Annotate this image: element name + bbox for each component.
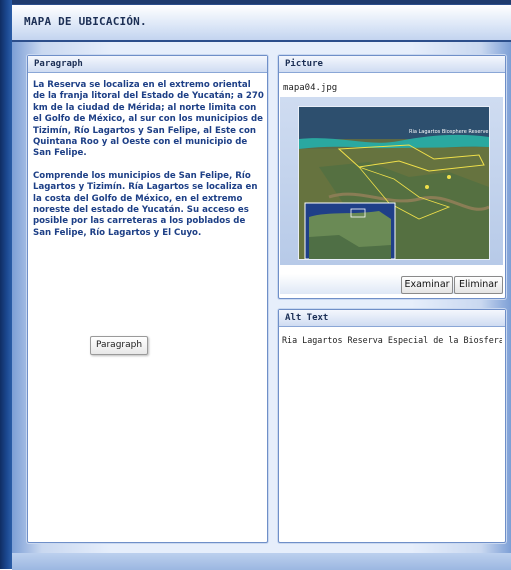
title-bar: MAPA DE UBICACIÓN. (12, 5, 511, 42)
picture-panel-header: Picture (279, 56, 505, 73)
picture-filename: mapa04.jpg (283, 83, 338, 93)
picture-preview-area: Ria Lagartos Biosphere Reserve (280, 97, 503, 265)
editor-area: MAPA DE UBICACIÓN. Paragraph La Reserva … (12, 4, 511, 570)
delete-button[interactable]: Eliminar (454, 276, 503, 294)
paragraph-text[interactable]: La Reserva se localiza en el extremo ori… (33, 80, 265, 250)
picture-controls: Examinar Eliminar (280, 274, 503, 294)
map-caption: Ria Lagartos Biosphere Reserve (409, 129, 489, 135)
page-title: MAPA DE UBICACIÓN. (24, 15, 147, 28)
picture-panel: Picture mapa04.jpg Ria Lagartos Biospher… (278, 55, 506, 299)
bottom-bar (12, 553, 511, 570)
alt-text-panel: Alt Text Ria Lagartos Reserva Especial d… (278, 309, 506, 543)
alt-text-panel-header: Alt Text (279, 310, 505, 327)
paragraph-text-1: La Reserva se localiza en el extremo ori… (33, 80, 264, 159)
alt-text-field[interactable]: Ria Lagartos Reserva Especial de la Bios… (282, 335, 502, 345)
map-image: Ria Lagartos Biosphere Reserve (298, 106, 490, 260)
left-rail (0, 0, 12, 569)
paragraph-button[interactable]: Paragraph (90, 336, 148, 355)
paragraph-text-2: Comprende los municipios de San Felipe, … (33, 170, 258, 238)
paragraph-panel: Paragraph La Reserva se localiza en el e… (27, 55, 268, 543)
browse-button[interactable]: Examinar (401, 276, 453, 294)
paragraph-panel-header: Paragraph (28, 56, 267, 73)
